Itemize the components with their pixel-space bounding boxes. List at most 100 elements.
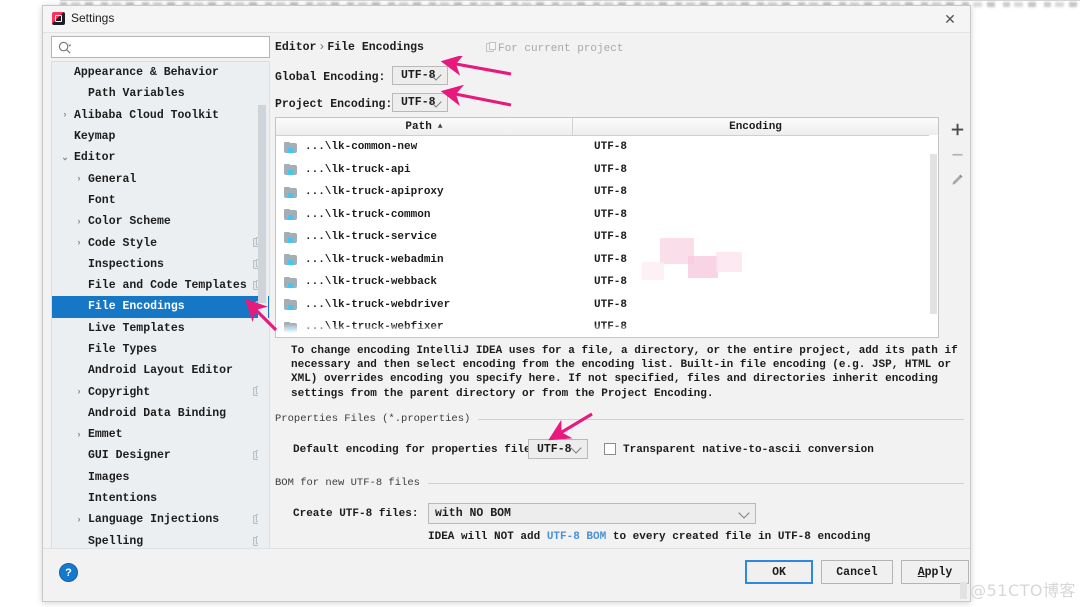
sidebar-scrollbar-thumb[interactable] — [258, 105, 266, 303]
folder-module-icon — [284, 164, 297, 176]
table-row[interactable]: ...\lk-truck-apiproxy UTF-8 — [276, 181, 938, 204]
table-cell-encoding[interactable]: UTF-8 — [572, 276, 938, 288]
table-scrollbar-thumb[interactable] — [930, 154, 937, 314]
sidebar-item-label: Alibaba Cloud Toolkit — [74, 108, 219, 122]
sidebar-item-file-encodings[interactable]: File Encodings — [52, 296, 269, 318]
cancel-button[interactable]: Cancel — [821, 560, 893, 584]
sidebar-item-images[interactable]: Images — [52, 467, 269, 488]
table-scrollbar-track[interactable] — [929, 135, 938, 337]
sidebar-item-code-style[interactable]: › Code Style — [52, 232, 269, 253]
plus-icon — [951, 123, 963, 136]
ok-button[interactable]: OK — [745, 560, 813, 584]
utf8-bom-link[interactable]: UTF-8 BOM — [547, 531, 606, 543]
sidebar-item-copyright[interactable]: › Copyright — [52, 381, 269, 402]
properties-encoding-select[interactable]: UTF-8 — [528, 439, 588, 459]
sidebar-item-android-layout-editor[interactable]: Android Layout Editor — [52, 360, 269, 381]
sidebar-item-intentions[interactable]: Intentions — [52, 488, 269, 509]
sidebar-item-path-variables[interactable]: Path Variables — [52, 83, 269, 104]
sidebar-item-label: Language Injections — [88, 513, 220, 527]
sidebar-item-general[interactable]: › General — [52, 168, 269, 189]
table-row[interactable]: ...\lk-truck-common UTF-8 — [276, 204, 938, 227]
sidebar-scrollbar-track[interactable] — [258, 63, 268, 558]
sidebar-item-editor[interactable]: ⌄ Editor — [52, 147, 269, 168]
sidebar-item-live-templates[interactable]: Live Templates — [52, 318, 269, 339]
create-utf8-files-label: Create UTF-8 files: — [293, 508, 419, 520]
sidebar-item-label: Emmet — [88, 428, 123, 442]
remove-path-button[interactable] — [941, 142, 973, 167]
sidebar-item-file-types[interactable]: File Types — [52, 339, 269, 360]
sidebar-item-label: Inspections — [88, 257, 164, 271]
create-utf8-files-select[interactable]: with NO BOM — [428, 503, 756, 524]
table-cell-encoding[interactable]: UTF-8 — [572, 164, 938, 176]
table-row[interactable]: ...\lk-truck-service UTF-8 — [276, 226, 938, 249]
watermark-text: @51CTO博客 — [970, 581, 1076, 600]
sidebar-item-label: Code Style — [88, 236, 158, 250]
edit-path-button[interactable] — [941, 167, 973, 192]
sidebar-item-inspections[interactable]: Inspections — [52, 254, 269, 275]
table-row[interactable]: ...\lk-truck-webadmin UTF-8 — [276, 249, 938, 272]
chevron-right-icon[interactable]: › — [74, 238, 84, 248]
chevron-right-icon[interactable]: › — [60, 110, 70, 120]
chevron-right-icon[interactable]: › — [74, 515, 84, 525]
chevron-right-icon[interactable]: › — [74, 217, 84, 227]
table-cell-encoding[interactable]: UTF-8 — [572, 209, 938, 221]
table-cell-encoding[interactable]: UTF-8 — [572, 254, 938, 266]
table-row[interactable]: ...\lk-common-new UTF-8 — [276, 136, 938, 159]
global-encoding-select[interactable]: UTF-8 — [392, 66, 448, 85]
folder-module-icon — [284, 276, 297, 288]
sidebar-item-alibaba-cloud-toolkit[interactable]: › Alibaba Cloud Toolkit — [52, 105, 269, 126]
apply-button[interactable]: Apply — [901, 560, 969, 584]
search-field-container[interactable] — [51, 36, 270, 58]
project-encoding-select[interactable]: UTF-8 — [392, 93, 448, 112]
chevron-down-icon[interactable]: ⌄ — [60, 153, 70, 163]
table-cell-encoding[interactable]: UTF-8 — [572, 141, 938, 153]
sidebar-item-android-data-binding[interactable]: Android Data Binding — [52, 403, 269, 424]
column-header-encoding[interactable]: Encoding — [573, 118, 938, 135]
table-cell-path-text: ...\lk-truck-common — [305, 208, 431, 221]
sidebar-item-label: Font — [88, 193, 116, 207]
table-cell-encoding[interactable]: UTF-8 — [572, 231, 938, 243]
table-row[interactable]: ...\lk-truck-webback UTF-8 — [276, 271, 938, 294]
chevron-right-icon[interactable]: › — [74, 387, 84, 397]
help-button[interactable]: ? — [59, 563, 78, 582]
dialog-footer: ? OK Cancel Apply — [43, 548, 970, 601]
table-cell-path: ...\lk-truck-apiproxy — [276, 186, 572, 198]
table-cell-path: ...\lk-truck-webback — [276, 276, 572, 288]
sidebar-item-label: File Types — [88, 343, 158, 356]
settings-tree[interactable]: Appearance & Behavior Path Variables › Alib… — [51, 61, 270, 559]
sidebar-item-file-and-code-templates[interactable]: File and Code Templates — [52, 275, 269, 296]
table-row[interactable]: ...\lk-truck-webdriver UTF-8 — [276, 294, 938, 317]
sidebar-item-label: Editor — [74, 151, 116, 165]
sidebar-item-font[interactable]: Font — [52, 190, 269, 211]
transparent-native-to-ascii-checkbox[interactable] — [604, 443, 616, 455]
table-cell-path: ...\lk-truck-webdriver — [276, 299, 572, 311]
settings-content-pane: Editor › File Encodings For current projec… — [275, 36, 964, 549]
close-icon[interactable]: ✕ — [930, 6, 970, 32]
encodings-table[interactable]: Path ▲ Encoding ...\lk-common-new UTF-8..… — [275, 117, 939, 338]
sidebar-item-appearance-behavior[interactable]: Appearance & Behavior — [52, 62, 269, 83]
watermark: @51CTO博客 — [960, 577, 1076, 601]
sidebar-item-label: Color Scheme — [88, 215, 171, 229]
bom-hint-before: IDEA will NOT add — [428, 531, 547, 543]
bom-hint-after: to every created file in UTF-8 encoding — [606, 531, 871, 543]
sidebar-item-keymap[interactable]: Keymap — [52, 126, 269, 147]
table-cell-encoding[interactable]: UTF-8 — [572, 186, 938, 198]
add-path-button[interactable] — [941, 117, 973, 142]
sidebar-item-emmet[interactable]: › Emmet — [52, 424, 269, 445]
chevron-right-icon[interactable]: › — [74, 430, 84, 440]
scope-note-label: For current project — [498, 43, 624, 55]
chevron-right-icon[interactable]: › — [74, 174, 84, 184]
create-utf8-files-value: with NO BOM — [435, 507, 511, 520]
breadcrumb: Editor › File Encodings — [275, 41, 424, 54]
table-row[interactable]: ...\lk-truck-api UTF-8 — [276, 159, 938, 182]
sidebar-item-color-scheme[interactable]: › Color Scheme — [52, 211, 269, 232]
column-header-path[interactable]: Path ▲ — [276, 118, 573, 135]
chevron-down-icon — [738, 506, 750, 519]
sidebar-item-language-injections[interactable]: › Language Injections — [52, 509, 269, 530]
table-cell-path-text: ...\lk-truck-webadmin — [305, 253, 444, 266]
table-cell-encoding[interactable]: UTF-8 — [572, 299, 938, 311]
search-input[interactable] — [76, 39, 268, 58]
scope-note: For current project — [486, 42, 624, 55]
table-cell-path: ...\lk-truck-service — [276, 231, 572, 243]
sidebar-item-gui-designer[interactable]: GUI Designer — [52, 445, 269, 466]
